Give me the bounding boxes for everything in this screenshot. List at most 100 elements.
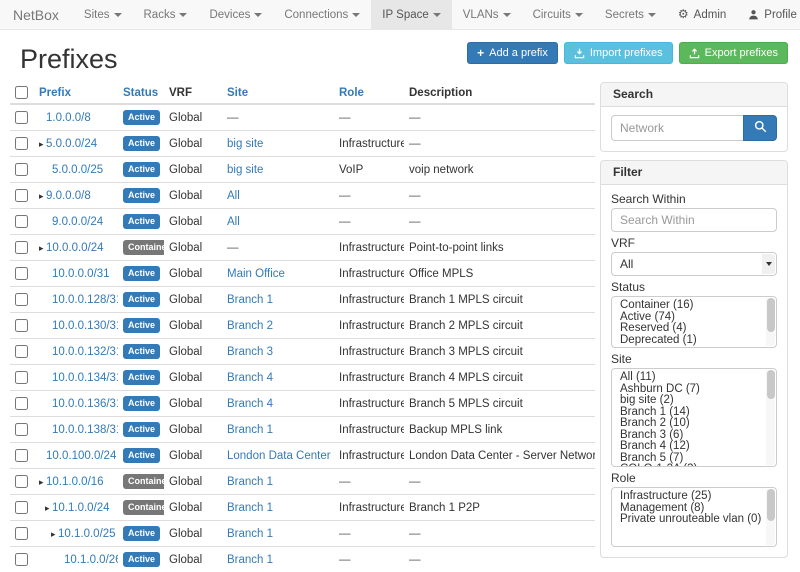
prefix-link[interactable]: 10.1.0.0/26 bbox=[64, 554, 118, 566]
listbox-option[interactable]: Deprecated (1) bbox=[612, 335, 776, 347]
expand-arrow-icon[interactable]: ▸ bbox=[39, 190, 46, 202]
site-link[interactable]: Branch 4 bbox=[227, 398, 273, 410]
nav-item-racks[interactable]: Racks bbox=[133, 0, 199, 29]
row-checkbox[interactable] bbox=[15, 501, 28, 514]
listbox-option[interactable]: Branch 4 (12) bbox=[612, 441, 776, 453]
site-link[interactable]: Branch 1 bbox=[227, 528, 273, 540]
site-link[interactable]: Branch 4 bbox=[227, 372, 273, 384]
prefix-link[interactable]: 10.0.100.0/24 bbox=[46, 450, 116, 462]
prefix-link[interactable]: 9.0.0.0/24 bbox=[52, 216, 103, 228]
scrollbar-thumb[interactable] bbox=[767, 370, 775, 399]
nav-item-sites[interactable]: Sites bbox=[73, 0, 133, 29]
row-checkbox[interactable] bbox=[15, 553, 28, 566]
expand-arrow-icon[interactable]: ▸ bbox=[39, 476, 46, 488]
listbox-option[interactable]: Reserved (4) bbox=[612, 323, 776, 335]
prefix-link[interactable]: 10.1.0.0/16 bbox=[46, 476, 104, 488]
column-header-status[interactable]: Status bbox=[123, 87, 158, 99]
listbox-option[interactable]: All (11) bbox=[612, 372, 776, 384]
row-checkbox[interactable] bbox=[15, 189, 28, 202]
nav-item-admin[interactable]: ⚙Admin bbox=[667, 0, 737, 29]
column-header-site[interactable]: Site bbox=[227, 87, 248, 99]
vrf-value: Global bbox=[169, 398, 202, 410]
prefix-link[interactable]: 10.0.0.130/31 bbox=[52, 320, 118, 332]
row-checkbox[interactable] bbox=[15, 527, 28, 540]
prefix-link[interactable]: 1.0.0.0/8 bbox=[46, 112, 91, 124]
site-link[interactable]: big site bbox=[227, 164, 263, 176]
select-all-checkbox[interactable] bbox=[15, 86, 28, 99]
site-link[interactable]: Branch 1 bbox=[227, 294, 273, 306]
prefix-link[interactable]: 10.0.0.132/31 bbox=[52, 346, 118, 358]
site-link[interactable]: Branch 3 bbox=[227, 346, 273, 358]
scrollbar-thumb[interactable] bbox=[767, 298, 775, 332]
prefix-link[interactable]: 10.1.0.0/24 bbox=[52, 502, 110, 514]
nav-item-profile[interactable]: Profile bbox=[737, 0, 800, 29]
chevron-down-icon[interactable] bbox=[762, 254, 775, 274]
nav-item-label: Admin bbox=[694, 0, 727, 30]
nav-item-ip-space[interactable]: IP Space bbox=[371, 0, 451, 29]
row-checkbox[interactable] bbox=[15, 423, 28, 436]
listbox-option[interactable]: COLO-1-2A (3) bbox=[612, 464, 776, 467]
site-link[interactable]: Branch 1 bbox=[227, 554, 273, 566]
prefix-link[interactable]: 10.0.0.0/24 bbox=[46, 242, 104, 254]
row-checkbox[interactable] bbox=[15, 397, 28, 410]
row-checkbox[interactable] bbox=[15, 319, 28, 332]
prefix-link[interactable]: 5.0.0.0/25 bbox=[52, 164, 103, 176]
column-header-role[interactable]: Role bbox=[339, 87, 364, 99]
row-checkbox[interactable] bbox=[15, 345, 28, 358]
brand-logo[interactable]: NetBox bbox=[13, 0, 59, 29]
site-link[interactable]: All bbox=[227, 190, 240, 202]
listbox-option[interactable]: Branch 2 (10) bbox=[612, 418, 776, 430]
search-within-input[interactable] bbox=[611, 208, 777, 232]
row-checkbox[interactable] bbox=[15, 137, 28, 150]
listbox-option[interactable]: Private unrouteable vlan (0) bbox=[612, 514, 776, 526]
column-header-prefix[interactable]: Prefix bbox=[39, 87, 71, 99]
nav-item-vlans[interactable]: VLANs bbox=[452, 0, 522, 29]
row-checkbox[interactable] bbox=[15, 475, 28, 488]
site-link[interactable]: big site bbox=[227, 138, 263, 150]
vrf-select[interactable]: All bbox=[611, 252, 777, 276]
prefix-link[interactable]: 10.0.0.136/31 bbox=[52, 398, 118, 410]
row-checkbox[interactable] bbox=[15, 241, 28, 254]
export-prefixes-button[interactable]: Export prefixes bbox=[679, 42, 788, 64]
site-link[interactable]: London Data Center bbox=[227, 450, 331, 462]
nav-item-circuits[interactable]: Circuits bbox=[522, 0, 594, 29]
prefix-link[interactable]: 10.0.0.128/31 bbox=[52, 294, 118, 306]
site-link[interactable]: All bbox=[227, 216, 240, 228]
prefix-link[interactable]: 10.0.0.0/31 bbox=[52, 268, 110, 280]
status-badge: Container bbox=[123, 474, 164, 489]
search-button[interactable] bbox=[743, 115, 777, 141]
prefix-link[interactable]: 5.0.0.0/24 bbox=[46, 138, 97, 150]
site-link[interactable]: Branch 1 bbox=[227, 476, 273, 488]
prefix-link[interactable]: 10.1.0.0/25 bbox=[58, 528, 116, 540]
prefix-link[interactable]: 9.0.0.0/8 bbox=[46, 190, 91, 202]
listbox-option[interactable]: Infrastructure (25) bbox=[612, 491, 776, 503]
role-value: Infrastructure bbox=[339, 502, 404, 514]
row-checkbox[interactable] bbox=[15, 163, 28, 176]
nav-item-connections[interactable]: Connections bbox=[273, 0, 371, 29]
import-prefixes-button[interactable]: Import prefixes bbox=[564, 42, 673, 64]
site-link[interactable]: Main Office bbox=[227, 268, 285, 280]
expand-arrow-icon[interactable]: ▸ bbox=[45, 502, 52, 514]
search-input[interactable] bbox=[611, 115, 743, 141]
site-link[interactable]: Branch 1 bbox=[227, 502, 273, 514]
nav-item-devices[interactable]: Devices bbox=[198, 0, 273, 29]
prefix-link[interactable]: 10.0.0.138/31 bbox=[52, 424, 118, 436]
row-checkbox[interactable] bbox=[15, 371, 28, 384]
expand-arrow-icon[interactable]: ▸ bbox=[51, 528, 58, 540]
row-checkbox[interactable] bbox=[15, 267, 28, 280]
listbox-option[interactable]: Management (8) bbox=[612, 503, 776, 515]
add-a-prefix-button[interactable]: +Add a prefix bbox=[467, 42, 558, 64]
nav-item-secrets[interactable]: Secrets bbox=[594, 0, 667, 29]
scrollbar-thumb[interactable] bbox=[767, 489, 775, 521]
expand-arrow-icon[interactable]: ▸ bbox=[39, 242, 46, 254]
listbox-option[interactable]: big site (2) bbox=[612, 395, 776, 407]
expand-arrow-icon[interactable]: ▸ bbox=[39, 138, 46, 150]
row-checkbox[interactable] bbox=[15, 449, 28, 462]
row-checkbox[interactable] bbox=[15, 111, 28, 124]
listbox-option[interactable]: Container (16) bbox=[612, 300, 776, 312]
site-link[interactable]: Branch 2 bbox=[227, 320, 273, 332]
prefix-link[interactable]: 10.0.0.134/31 bbox=[52, 372, 118, 384]
site-link[interactable]: Branch 1 bbox=[227, 424, 273, 436]
row-checkbox[interactable] bbox=[15, 293, 28, 306]
row-checkbox[interactable] bbox=[15, 215, 28, 228]
